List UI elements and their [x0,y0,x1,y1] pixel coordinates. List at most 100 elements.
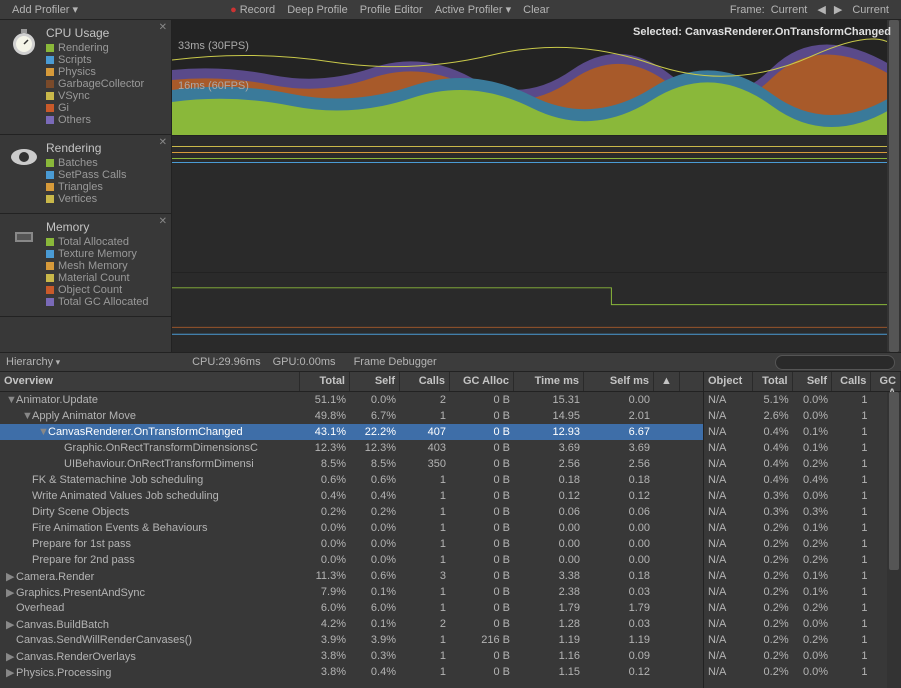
table-row[interactable]: ▶Physics.Processing3.8%0.4%10 B1.150.12 [0,664,703,680]
expand-icon[interactable]: ▶ [6,586,16,599]
table-row[interactable]: N/A5.1%0.0%1 [704,392,901,408]
next-frame-button[interactable]: ▶ [830,1,846,18]
legend-item[interactable]: Others [46,114,144,126]
table-row[interactable]: FK & Statemachine Job scheduling0.6%0.6%… [0,472,703,488]
table-row[interactable]: ▼CanvasRenderer.OnTransformChanged43.1%2… [0,424,703,440]
legend-item[interactable]: GarbageCollector [46,78,144,90]
legend-item[interactable]: SetPass Calls [46,169,126,181]
col-overview[interactable]: Overview [0,372,300,391]
table-row[interactable]: N/A0.4%0.2%1 [704,456,901,472]
table-row[interactable]: UIBehaviour.OnRectTransformDimensi8.5%8.… [0,456,703,472]
table-row[interactable]: N/A0.3%0.0%1 [704,488,901,504]
col-total[interactable]: Total [753,372,792,391]
table-row[interactable]: N/A0.2%0.2%1 [704,552,901,568]
col-sort[interactable]: ▲ [654,372,680,391]
scrollbar[interactable] [887,20,901,352]
legend-item[interactable]: Object Count [46,284,149,296]
legend-item[interactable]: Total Allocated [46,236,149,248]
expand-icon[interactable]: ▼ [22,410,32,422]
table-row[interactable]: Canvas.SendWillRenderCanvases()3.9%3.9%1… [0,632,703,648]
legend-item[interactable]: Texture Memory [46,248,149,260]
table-row[interactable]: N/A0.2%0.2%1 [704,632,901,648]
table-row[interactable]: ▶Camera.Render11.3%0.6%30 B3.380.18 [0,568,703,584]
table-row[interactable]: N/A0.3%0.3%1 [704,504,901,520]
deep-profile-button[interactable]: Deep Profile [281,2,354,18]
close-icon[interactable]: ✕ [159,137,167,148]
table-row[interactable]: N/A0.2%0.1%1 [704,568,901,584]
col-gc[interactable]: GC A [871,372,901,391]
expand-icon[interactable]: ▶ [6,650,16,663]
col-total[interactable]: Total [300,372,350,391]
cpu-usage-module[interactable]: ✕ CPU Usage RenderingScriptsPhysicsGarba… [0,20,171,135]
table-row[interactable]: Overhead6.0%6.0%10 B1.791.79 [0,600,703,616]
current-frame-button[interactable]: Current [846,2,895,18]
color-swatch [46,68,54,76]
table-row[interactable]: ▼Animator.Update51.1%0.0%20 B15.310.00 [0,392,703,408]
close-icon[interactable]: ✕ [159,22,167,33]
rendering-module[interactable]: ✕ Rendering BatchesSetPass CallsTriangle… [0,135,171,214]
expand-icon[interactable]: ▶ [6,618,16,631]
expand-icon[interactable]: ▼ [6,394,16,406]
active-profiler-dropdown[interactable]: Active Profiler ▾ [429,1,517,18]
table-row[interactable]: Prepare for 2nd pass0.0%0.0%10 B0.000.00 [0,552,703,568]
table-row[interactable]: Dirty Scene Objects0.2%0.2%10 B0.060.06 [0,504,703,520]
table-row[interactable]: Write Animated Values Job scheduling0.4%… [0,488,703,504]
legend-item[interactable]: Gi [46,102,144,114]
col-self[interactable]: Self [350,372,400,391]
legend-item[interactable]: VSync [46,90,144,102]
legend-item[interactable]: Physics [46,66,144,78]
expand-icon[interactable]: ▶ [6,666,16,679]
clear-button[interactable]: Clear [517,2,555,18]
record-button[interactable]: Record [224,2,281,18]
col-calls[interactable]: Calls [400,372,450,391]
close-icon[interactable]: ✕ [159,216,167,227]
legend-item[interactable]: Mesh Memory [46,260,149,272]
legend-item[interactable]: Triangles [46,181,126,193]
expand-icon[interactable]: ▼ [38,426,48,438]
table-row[interactable]: N/A0.4%0.1%1 [704,424,901,440]
table-row[interactable]: ▶Graphics.PresentAndSync7.9%0.1%10 B2.38… [0,584,703,600]
table-row[interactable]: ▼Apply Animator Move49.8%6.7%10 B14.952.… [0,408,703,424]
legend-item[interactable]: Scripts [46,54,144,66]
table-row[interactable]: Fire Animation Events & Behaviours0.0%0.… [0,520,703,536]
legend-item[interactable]: Total GC Allocated [46,296,149,308]
table-row[interactable]: N/A0.2%0.0%1 [704,616,901,632]
table-row[interactable]: ▶Canvas.RenderOverlays3.8%0.3%10 B1.160.… [0,648,703,664]
rendering-graph[interactable] [172,135,901,272]
legend-item[interactable]: Batches [46,157,126,169]
table-row[interactable]: N/A0.2%0.2%1 [704,536,901,552]
search-field[interactable] [775,355,895,370]
legend-item[interactable]: Vertices [46,193,126,205]
table-row[interactable]: N/A0.4%0.4%1 [704,472,901,488]
legend-item[interactable]: Rendering [46,42,144,54]
table-row[interactable]: N/A0.2%0.0%1 [704,648,901,664]
module-title: Rendering [46,141,126,155]
add-profiler-dropdown[interactable]: Add Profiler ▾ [6,1,84,18]
table-row[interactable]: N/A2.6%0.0%1 [704,408,901,424]
table-row[interactable]: Prepare for 1st pass0.0%0.0%10 B0.000.00 [0,536,703,552]
memory-graph[interactable] [172,272,901,352]
table-row[interactable]: Graphic.OnRectTransformDimensionsC12.3%1… [0,440,703,456]
table-row[interactable]: N/A0.2%0.2%1 [704,600,901,616]
col-selfms[interactable]: Self ms [584,372,654,391]
memory-module[interactable]: ✕ Memory Total AllocatedTexture MemoryMe… [0,214,171,317]
legend-item[interactable]: Material Count [46,272,149,284]
col-calls[interactable]: Calls [832,372,871,391]
col-gc[interactable]: GC Alloc [450,372,514,391]
table-row[interactable]: N/A0.4%0.1%1 [704,440,901,456]
table-row[interactable]: N/A0.2%0.1%1 [704,584,901,600]
col-self[interactable]: Self [793,372,832,391]
scrollbar[interactable] [887,392,901,688]
expand-icon[interactable]: ▶ [6,570,16,583]
col-time[interactable]: Time ms [514,372,584,391]
profile-editor-button[interactable]: Profile Editor [354,2,429,18]
table-row[interactable]: N/A0.2%0.1%1 [704,520,901,536]
search-input[interactable] [775,355,895,370]
col-object[interactable]: Object [704,372,753,391]
hierarchy-dropdown[interactable]: Hierarchy [6,356,60,368]
table-row[interactable]: ▶Canvas.BuildBatch4.2%0.1%20 B1.280.03 [0,616,703,632]
frame-debugger-button[interactable]: Frame Debugger [348,354,443,370]
graph-area[interactable]: Selected: CanvasRenderer.OnTransformChan… [172,20,901,352]
prev-frame-button[interactable]: ◀ [813,1,829,18]
table-row[interactable]: N/A0.2%0.0%1 [704,664,901,680]
